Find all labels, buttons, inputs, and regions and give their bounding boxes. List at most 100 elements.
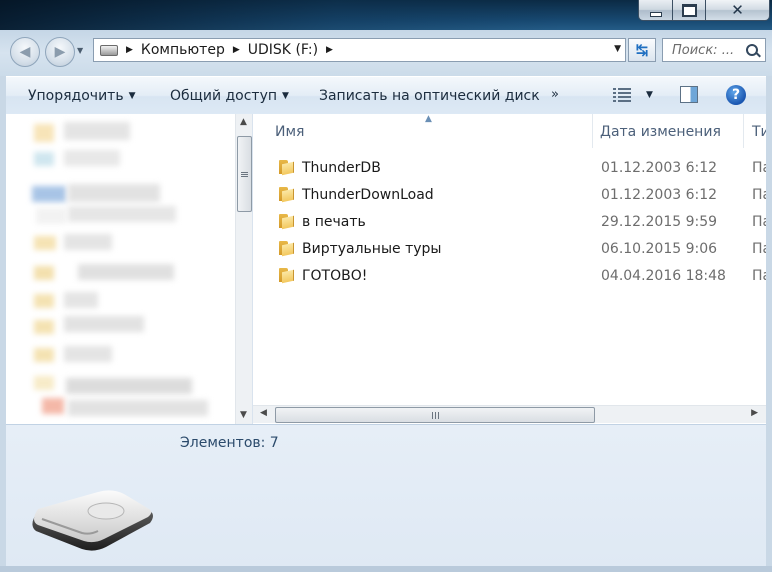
column-divider[interactable] xyxy=(743,114,744,148)
nav-item-blurred[interactable] xyxy=(78,264,174,280)
forward-arrow-icon: ▶ xyxy=(54,44,66,60)
breadcrumb-arrow-icon[interactable]: ▶ xyxy=(126,45,133,55)
horizontal-scrollbar[interactable]: ◀ ▶ xyxy=(253,405,766,423)
nav-item-blurred[interactable] xyxy=(34,266,54,280)
drive-icon xyxy=(100,44,118,56)
organize-menu[interactable]: Упорядочить ▼ xyxy=(28,88,136,104)
file-type: Па xyxy=(752,268,766,284)
more-label: » xyxy=(551,87,559,102)
nav-item-blurred[interactable] xyxy=(42,398,64,414)
column-header-date[interactable]: Дата изменения xyxy=(600,124,721,140)
details-pane: Элементов: 7 xyxy=(6,424,766,567)
nav-item-blurred[interactable] xyxy=(64,292,98,308)
item-count: Элементов: 7 xyxy=(180,435,279,451)
maximize-icon xyxy=(681,3,697,17)
command-bar: Упорядочить ▼ Общий доступ ▼ Записать на о… xyxy=(6,76,766,116)
column-header-name[interactable]: Имя xyxy=(275,124,304,140)
scroll-right-icon[interactable]: ▶ xyxy=(751,408,758,418)
column-headers: ▲ Имя Дата изменения Ти xyxy=(253,114,766,148)
refresh-icon: ↹ xyxy=(635,41,649,59)
chevron-down-icon: ▼ xyxy=(282,91,289,101)
file-row[interactable]: Виртуальные туры 06.10.2015 9:06 Па xyxy=(253,237,766,264)
file-type: Па xyxy=(752,160,766,176)
nav-item-blurred[interactable] xyxy=(64,346,112,362)
minimize-icon xyxy=(649,12,662,17)
share-menu[interactable]: Общий доступ ▼ xyxy=(170,88,289,104)
scroll-down-icon[interactable]: ▼ xyxy=(240,410,247,420)
breadcrumb-arrow-icon[interactable]: ▶ xyxy=(233,45,240,55)
search-icon[interactable] xyxy=(746,44,758,56)
nav-item-blurred[interactable] xyxy=(34,294,54,308)
nav-item-blurred[interactable] xyxy=(34,320,54,334)
nav-item-blurred[interactable] xyxy=(36,208,66,224)
file-row[interactable]: ThunderDB 01.12.2003 6:12 Па xyxy=(253,156,766,183)
forward-button[interactable]: ▶ xyxy=(45,37,75,67)
nav-item-blurred[interactable] xyxy=(68,184,160,202)
refresh-button[interactable]: ↹ xyxy=(628,38,656,62)
file-name: в печать xyxy=(302,214,366,230)
recent-pages-dropdown[interactable]: ▼ xyxy=(77,46,83,55)
breadcrumb-computer[interactable]: Компьютер xyxy=(141,42,225,58)
close-button[interactable]: ✕ xyxy=(705,0,770,21)
nav-item-blurred[interactable] xyxy=(34,236,56,250)
back-arrow-icon: ◀ xyxy=(19,44,31,60)
nav-item-blurred[interactable] xyxy=(34,124,54,142)
nav-item-blurred[interactable] xyxy=(34,152,54,166)
nav-item-blurred[interactable] xyxy=(64,234,112,250)
view-options-icon[interactable] xyxy=(613,88,631,102)
file-date: 04.04.2016 18:48 xyxy=(601,268,726,284)
scroll-left-icon[interactable]: ◀ xyxy=(260,408,267,418)
chevron-down-icon: ▼ xyxy=(128,91,136,101)
file-date: 06.10.2015 9:06 xyxy=(601,241,718,257)
column-divider[interactable] xyxy=(592,114,593,148)
nav-item-blurred[interactable] xyxy=(68,206,176,222)
file-row[interactable]: ThunderDownLoad 01.12.2003 6:12 Па xyxy=(253,183,766,210)
nav-item-blurred[interactable] xyxy=(32,186,66,202)
file-type: Па xyxy=(752,214,766,230)
nav-item-blurred[interactable] xyxy=(68,400,208,416)
folder-icon xyxy=(279,241,294,257)
file-name: Виртуальные туры xyxy=(302,241,442,257)
nav-item-blurred[interactable] xyxy=(64,150,120,166)
file-list[interactable]: ▲ Имя Дата изменения Ти ThunderDB 01.12.… xyxy=(253,114,766,424)
file-date: 01.12.2003 6:12 xyxy=(601,187,718,203)
search-placeholder: Поиск: ... xyxy=(672,42,735,58)
burn-button[interactable]: Записать на оптический диск xyxy=(319,88,540,104)
sort-ascending-icon: ▲ xyxy=(425,114,432,124)
file-row[interactable]: в печать 29.12.2015 9:59 Па xyxy=(253,210,766,237)
breadcrumb-arrow-icon[interactable]: ▶ xyxy=(326,45,333,55)
column-header-type[interactable]: Ти xyxy=(752,124,766,140)
nav-item-blurred[interactable] xyxy=(66,378,192,394)
help-icon[interactable]: ? xyxy=(726,85,746,105)
nav-item-blurred[interactable] xyxy=(34,376,54,390)
scrollbar-thumb[interactable] xyxy=(237,136,252,212)
window-border-bottom xyxy=(0,566,772,572)
folder-icon xyxy=(279,187,294,203)
file-row[interactable]: ГОТОВО! 04.04.2016 18:48 Па xyxy=(253,264,766,291)
address-bar[interactable]: ▶ Компьютер ▶ UDISK (F:) ▶ ▼ xyxy=(93,38,626,62)
view-dropdown[interactable]: ▼ xyxy=(646,90,653,100)
file-name: ThunderDB xyxy=(302,160,381,176)
address-dropdown[interactable]: ▼ xyxy=(614,44,621,54)
minimize-button[interactable] xyxy=(638,0,673,21)
search-input[interactable]: Поиск: ... xyxy=(662,38,766,62)
navigation-scrollbar[interactable]: ▲ ▼ xyxy=(235,114,252,424)
preview-pane-icon[interactable] xyxy=(680,86,698,103)
nav-item-blurred[interactable] xyxy=(34,348,54,362)
burn-label: Записать на оптический диск xyxy=(319,88,540,104)
nav-item-blurred[interactable] xyxy=(64,316,144,332)
close-icon: ✕ xyxy=(731,1,744,19)
file-name: ГОТОВО! xyxy=(302,268,368,284)
more-commands-button[interactable]: » xyxy=(551,87,559,102)
breadcrumb-udisk[interactable]: UDISK (F:) xyxy=(248,42,318,58)
nav-item-blurred[interactable] xyxy=(64,122,130,140)
navigation-pane[interactable]: ▲ ▼ xyxy=(6,114,253,424)
scrollbar-thumb[interactable] xyxy=(275,407,595,423)
maximize-button[interactable] xyxy=(672,0,706,21)
file-date: 01.12.2003 6:12 xyxy=(601,160,718,176)
scroll-up-icon[interactable]: ▲ xyxy=(240,117,247,127)
organize-label: Упорядочить xyxy=(28,88,124,104)
file-type: Па xyxy=(752,187,766,203)
folder-icon xyxy=(279,268,294,284)
back-button[interactable]: ◀ xyxy=(10,37,40,67)
